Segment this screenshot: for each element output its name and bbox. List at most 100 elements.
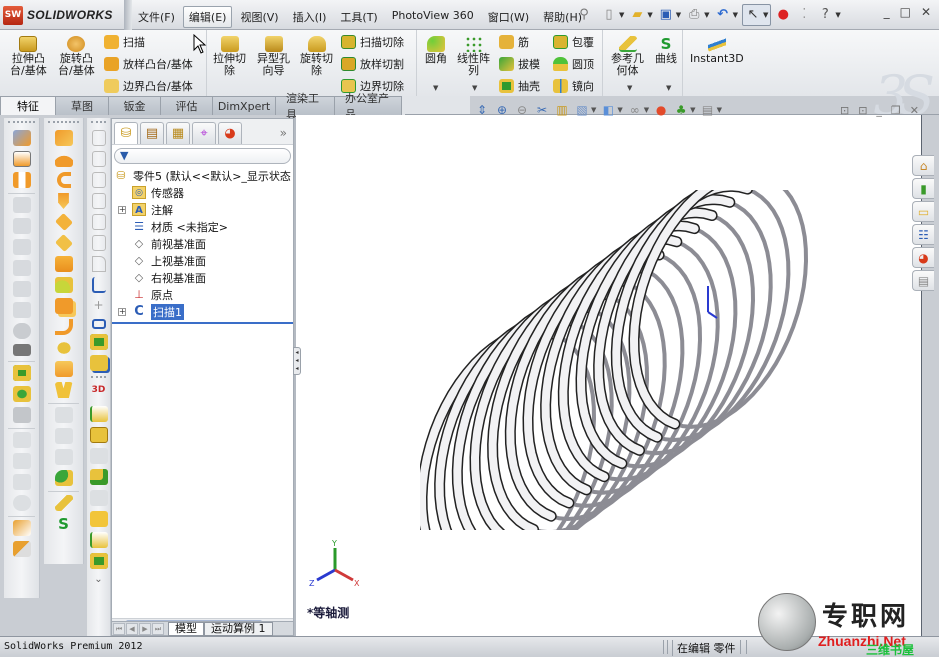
extrude-boss-button[interactable]: 拉伸凸 台/基体: [10, 36, 47, 77]
tree-item-sweep1[interactable]: + C 扫描1: [112, 303, 293, 320]
rib-button[interactable]: 筋: [499, 34, 529, 50]
menu-window[interactable]: 窗口(W): [482, 6, 535, 28]
tab-motion-study[interactable]: 运动算例 1: [204, 621, 273, 636]
rebuild-button[interactable]: ●: [774, 4, 792, 26]
help-button[interactable]: ? ▼: [816, 4, 841, 26]
wrap-button[interactable]: 包覆: [553, 34, 594, 50]
collapse-panel-handle[interactable]: ◂ ◂ ◂: [293, 347, 301, 375]
plane-tool-icon[interactable]: [54, 256, 73, 272]
3d-sketch-icon[interactable]: 3D: [90, 385, 108, 401]
component-icon[interactable]: [89, 355, 108, 371]
revolve-tool-icon[interactable]: [54, 151, 73, 167]
hide-show-items-icon[interactable]: ∞: [627, 103, 643, 117]
displaymanager-icon[interactable]: ◕: [218, 122, 242, 144]
print-button[interactable]: ⎙ ▼: [685, 4, 710, 26]
loft-tool-icon[interactable]: [58, 193, 69, 209]
dimxpertmanager-icon[interactable]: ⌖: [192, 122, 216, 144]
chevron-down-icon[interactable]: ▼: [591, 106, 596, 114]
tab-model[interactable]: 模型: [168, 621, 204, 636]
boundary-tool-icon[interactable]: [54, 233, 73, 253]
prev-tab-icon[interactable]: ◀: [126, 622, 138, 635]
menu-file[interactable]: 文件(F): [132, 6, 181, 28]
expand-icon[interactable]: +: [118, 307, 126, 316]
options-button[interactable]: ⁚: [795, 4, 813, 26]
curve-tool-icon[interactable]: [54, 319, 73, 335]
chevron-down-icon[interactable]: ▼: [644, 106, 649, 114]
feature-tool-icon[interactable]: [12, 172, 31, 188]
pin-menu-button[interactable]: ⚲: [575, 4, 593, 26]
last-tab-icon[interactable]: ⏭: [152, 622, 164, 635]
reference-geometry-tool-icon[interactable]: [54, 495, 73, 511]
previous-view-icon[interactable]: ⊖: [514, 103, 530, 117]
appearances-scenes-icon[interactable]: ◕: [912, 247, 934, 268]
expand-icon[interactable]: +: [118, 205, 126, 214]
link-views-icon[interactable]: ⊡: [858, 104, 867, 117]
tab-sketch[interactable]: 草图: [55, 96, 109, 115]
more-tools-chevron[interactable]: ⌄: [87, 574, 110, 585]
solidworks-resources-icon[interactable]: ⌂: [912, 155, 934, 176]
toolbar-grip[interactable]: [91, 376, 106, 382]
view-settings-icon[interactable]: ▤: [700, 103, 716, 117]
select-button[interactable]: ↖ ▼: [741, 4, 772, 26]
tree-item[interactable]: + A 注解: [112, 201, 293, 218]
extruded-icon[interactable]: [89, 553, 108, 569]
design-library-icon[interactable]: ▮: [912, 178, 934, 199]
tree-item[interactable]: ◎ 传感器: [112, 184, 293, 201]
dynamic-annotation-icon[interactable]: ▥: [554, 103, 570, 117]
shell-tool-icon[interactable]: [54, 298, 73, 314]
menu-view[interactable]: 视图(V): [234, 6, 284, 28]
expand-tabs-button[interactable]: »: [280, 126, 287, 140]
restore-button[interactable]: □: [900, 5, 911, 19]
instant3d-button[interactable]: Instant3D: [690, 36, 744, 65]
menu-tools[interactable]: 工具(T): [334, 6, 383, 28]
fillet-tool-icon[interactable]: [54, 470, 73, 486]
shell-button[interactable]: 抽壳: [499, 78, 540, 94]
feature-tool-icon[interactable]: [12, 130, 31, 146]
tree-item[interactable]: ◇ 上视基准面: [112, 252, 293, 269]
menu-insert[interactable]: 插入(I): [287, 6, 333, 28]
sweep-cut-button[interactable]: 扫描切除: [341, 34, 404, 50]
minimize-button[interactable]: _: [884, 5, 890, 19]
featuremanager-tree-icon[interactable]: ⛁: [114, 122, 138, 144]
zoom-to-fit-icon[interactable]: ⇕: [474, 103, 490, 117]
curves-dropdown[interactable]: ▼: [666, 84, 671, 92]
dome-button[interactable]: 圆顶: [553, 56, 594, 72]
feature-tool-icon[interactable]: [12, 520, 31, 536]
close-doc-button[interactable]: ✕: [910, 104, 919, 117]
component-icon[interactable]: [89, 334, 108, 350]
dome-tool-icon[interactable]: [54, 277, 73, 293]
delete-face-icon[interactable]: [54, 340, 73, 356]
boundary-boss-button[interactable]: 边界凸台/基体: [104, 78, 193, 94]
linear-pattern-button[interactable]: 线性阵 列: [457, 36, 490, 77]
file-explorer-icon[interactable]: ▭: [912, 201, 934, 222]
tree-root-part[interactable]: ⛁ 零件5 (默认<<默认>_显示状态: [112, 167, 293, 184]
view-palette-icon[interactable]: ☷: [912, 224, 934, 245]
toolbar-grip[interactable]: [91, 121, 106, 127]
feature-tool-icon[interactable]: [12, 386, 31, 402]
apply-scene-icon[interactable]: ♣: [673, 103, 689, 117]
configurationmanager-icon[interactable]: ▦: [166, 122, 190, 144]
extruded-icon[interactable]: [89, 427, 108, 443]
feature-tool-icon[interactable]: [12, 365, 31, 381]
curves-button[interactable]: S 曲线: [655, 36, 677, 65]
extrude-cut-button[interactable]: 拉伸切 除: [213, 36, 246, 77]
solidworks-logo[interactable]: SW SOLIDWORKS: [3, 5, 113, 25]
tab-office-products[interactable]: 办公室产品: [334, 92, 402, 121]
sketch-plane-icon[interactable]: [89, 532, 108, 548]
revolve-boss-button[interactable]: 旋转凸 台/基体: [58, 36, 95, 77]
section-view-icon[interactable]: ✂: [534, 103, 550, 117]
curves-tool-icon[interactable]: S: [55, 516, 73, 532]
tree-filter-input[interactable]: ▼: [114, 148, 291, 164]
sketch-tool-icon[interactable]: [54, 130, 73, 146]
tree-item[interactable]: ◇ 右视基准面: [112, 269, 293, 286]
boundary-tool-icon[interactable]: [54, 212, 73, 232]
box-tool-icon[interactable]: [54, 361, 73, 377]
zoom-to-area-icon[interactable]: ⊕: [494, 103, 510, 117]
tree-item[interactable]: ◇ 前视基准面: [112, 235, 293, 252]
sketch-edit-icon[interactable]: [91, 277, 106, 293]
feature-tool-icon[interactable]: [12, 541, 31, 557]
first-tab-icon[interactable]: ⏮: [113, 622, 125, 635]
save-button[interactable]: ▣ ▼: [657, 4, 682, 26]
split-tool-icon[interactable]: [54, 382, 73, 398]
loft-cut-button[interactable]: 放样切割: [341, 56, 404, 72]
